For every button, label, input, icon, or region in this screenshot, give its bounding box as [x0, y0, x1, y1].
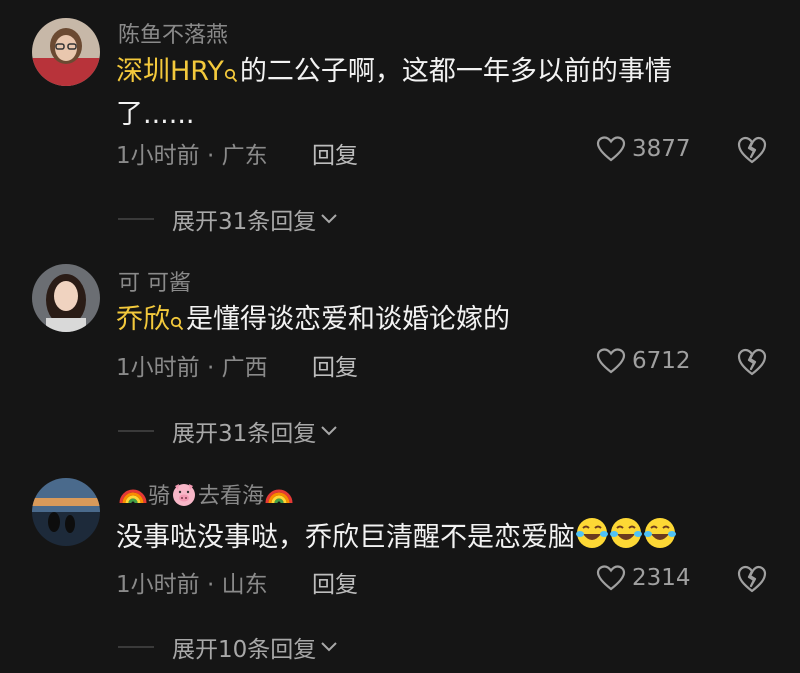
dislike-button[interactable]: [736, 564, 768, 598]
laughing-tears-emoji-icon: [575, 516, 609, 561]
comment-username[interactable]: 可 可酱: [118, 265, 191, 297]
reply-button[interactable]: 回复: [312, 565, 358, 599]
dislike-button[interactable]: [736, 347, 768, 381]
expand-replies-button[interactable]: 展开31条回复: [118, 202, 338, 236]
chevron-down-icon: [321, 214, 337, 224]
rainbow-icon: [264, 483, 294, 511]
laughing-tears-emoji-icon: [609, 516, 643, 561]
expand-replies-label: 展开31条回复: [172, 209, 317, 235]
comment-time-location: 1小时前 · 广西: [116, 355, 268, 381]
comment-time-location: 1小时前 · 广东: [116, 143, 268, 169]
chevron-down-icon: [321, 426, 337, 436]
comment-username[interactable]: 骑去看海: [118, 478, 294, 513]
avatar[interactable]: [32, 18, 100, 86]
broken-heart-icon: [737, 565, 767, 593]
reply-button[interactable]: 回复: [312, 136, 358, 170]
like-button[interactable]: 6712: [596, 347, 691, 375]
expand-replies-label: 展开31条回复: [172, 421, 317, 447]
reply-button[interactable]: 回复: [312, 348, 358, 382]
search-icon: [170, 304, 184, 343]
comment-text: 乔欣 是懂得谈恋爱和谈婚论嫁的: [116, 300, 756, 343]
like-count: 2314: [632, 565, 691, 591]
pig-face-icon: [170, 481, 198, 513]
comment-text: 没事哒没事哒，乔欣巨清醒不是恋爱脑: [116, 516, 756, 561]
divider-line: [118, 430, 154, 432]
rainbow-icon: [118, 483, 148, 511]
heart-icon: [596, 565, 626, 591]
like-button[interactable]: 3877: [596, 135, 691, 163]
avatar[interactable]: [32, 264, 100, 332]
mention-link[interactable]: 深圳HRY: [116, 56, 240, 87]
comment-username[interactable]: 陈鱼不落燕: [118, 17, 228, 49]
like-button[interactable]: 2314: [596, 564, 691, 592]
avatar[interactable]: [32, 478, 100, 546]
mention-link[interactable]: 乔欣: [116, 304, 186, 335]
heart-icon: [596, 348, 626, 374]
dislike-button[interactable]: [736, 135, 768, 169]
like-count: 3877: [632, 136, 691, 162]
like-count: 6712: [632, 348, 691, 374]
comment-text: 深圳HRY 的二公子啊，这都一年多以前的事情 了......: [116, 56, 672, 130]
chevron-down-icon: [321, 642, 337, 652]
expand-replies-button[interactable]: 展开31条回复: [118, 414, 338, 448]
expand-replies-label: 展开10条回复: [172, 637, 317, 663]
broken-heart-icon: [737, 348, 767, 376]
divider-line: [118, 218, 154, 220]
expand-replies-button[interactable]: 展开10条回复: [118, 630, 338, 664]
comment-time-location: 1小时前 · 山东: [116, 572, 268, 598]
divider-line: [118, 646, 154, 648]
search-icon: [224, 56, 238, 95]
broken-heart-icon: [737, 136, 767, 164]
laughing-tears-emoji-icon: [643, 516, 677, 561]
heart-icon: [596, 136, 626, 162]
